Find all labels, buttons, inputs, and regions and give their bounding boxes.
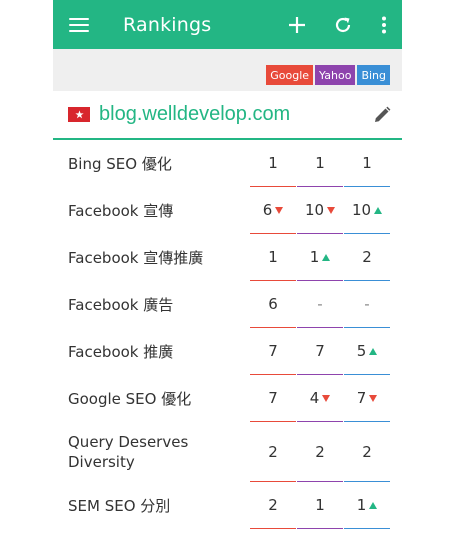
trend-up-icon bbox=[369, 347, 378, 355]
bing-rank-cell: 10 bbox=[344, 187, 390, 234]
bing-rank-cell: 2 bbox=[344, 422, 390, 482]
app-frame: Rankings Google Yahoo Bing blog.welldevelo… bbox=[53, 0, 402, 536]
yahoo-rank-value: 1 bbox=[315, 154, 325, 172]
google-rank-value: 7 bbox=[268, 342, 278, 360]
yahoo-rank-cell: 1 bbox=[297, 234, 343, 281]
search-engine-legend: Google Yahoo Bing bbox=[53, 49, 402, 91]
keyword-row[interactable]: Bing SEO 優化 1 1 1 bbox=[53, 140, 402, 187]
yahoo-rank-cell: 1 bbox=[297, 482, 343, 529]
yahoo-rank-value: 1 bbox=[315, 496, 325, 514]
google-rank-cell: 1 bbox=[250, 140, 296, 187]
yahoo-rank-value: 1 bbox=[309, 248, 320, 266]
trend-down-icon bbox=[369, 394, 378, 402]
trend-down-icon bbox=[275, 206, 284, 214]
keyword-label: Facebook 廣告 bbox=[68, 295, 174, 314]
keyword-row[interactable]: Facebook 推廣 7 7 5 bbox=[53, 328, 402, 375]
domain-link[interactable]: blog.welldevelop.com bbox=[99, 103, 362, 126]
bing-rank-value: 10 bbox=[351, 201, 372, 219]
google-rank-value: 6 bbox=[268, 295, 278, 313]
keyword-row[interactable]: Google SEO 優化 7 4 7 bbox=[53, 375, 402, 422]
yahoo-rank-value: - bbox=[317, 295, 323, 313]
google-rank-cell: 2 bbox=[250, 422, 296, 482]
yahoo-rank-cell: 4 bbox=[297, 375, 343, 422]
bing-rank-value: 5 bbox=[356, 342, 367, 360]
domain-header: blog.welldevelop.com bbox=[53, 91, 402, 140]
google-rank-cell: 6 bbox=[250, 281, 296, 328]
bing-rank-cell: 5 bbox=[344, 328, 390, 375]
google-rank-cell: 2 bbox=[250, 482, 296, 529]
keyword-label: Facebook 宣傳 bbox=[68, 201, 174, 220]
keyword-row[interactable]: Facebook 宣傳 6 10 10 bbox=[53, 187, 402, 234]
google-rank-cell: 7 bbox=[250, 328, 296, 375]
trend-down-icon bbox=[327, 206, 336, 214]
google-rank-value: 1 bbox=[268, 248, 278, 266]
keyword-row[interactable]: Query Deserves Diversity 2 2 2 bbox=[53, 422, 402, 482]
pencil-icon bbox=[375, 106, 391, 122]
yahoo-rank-value: 7 bbox=[315, 342, 325, 360]
yahoo-rank-cell: 1 bbox=[297, 140, 343, 187]
bing-rank-cell: - bbox=[344, 281, 390, 328]
yahoo-rank-value: 10 bbox=[304, 201, 325, 219]
refresh-icon bbox=[335, 17, 351, 32]
bing-rank-cell: 7 bbox=[344, 375, 390, 422]
trend-up-icon bbox=[322, 253, 331, 261]
hamburger-icon bbox=[69, 17, 89, 32]
bing-rank-cell: 1 bbox=[344, 140, 390, 187]
bing-rank-value: - bbox=[364, 295, 370, 313]
bing-rank-value: 2 bbox=[362, 442, 372, 461]
google-rank-value: 6 bbox=[262, 201, 273, 219]
trend-up-icon bbox=[369, 501, 378, 509]
keyword-label: Facebook 推廣 bbox=[68, 342, 174, 361]
plus-icon bbox=[289, 16, 305, 33]
rankings-list: Bing SEO 優化 1 1 1 Facebook 宣傳 6 10 10 Facebook 宣… bbox=[53, 140, 402, 529]
keyword-row[interactable]: Facebook 廣告 6 - - bbox=[53, 281, 402, 328]
add-button[interactable] bbox=[274, 0, 320, 49]
bing-rank-value: 7 bbox=[356, 389, 367, 407]
keyword-label: SEM SEO 分別 bbox=[68, 496, 171, 515]
bing-rank-cell: 2 bbox=[344, 234, 390, 281]
keyword-label: Query Deserves Diversity bbox=[68, 433, 189, 471]
bing-rank-value: 2 bbox=[362, 248, 372, 266]
google-rank-value: 1 bbox=[268, 154, 278, 172]
keyword-label: Google SEO 優化 bbox=[68, 389, 192, 408]
google-rank-value: 7 bbox=[268, 389, 278, 407]
bing-rank-value: 1 bbox=[362, 154, 372, 172]
bing-rank-value: 1 bbox=[356, 496, 367, 514]
yahoo-rank-value: 2 bbox=[315, 442, 325, 461]
menu-button[interactable] bbox=[53, 0, 105, 49]
engine-badge-yahoo: Yahoo bbox=[315, 65, 356, 85]
keyword-row[interactable]: Facebook 宣傳推廣 1 1 2 bbox=[53, 234, 402, 281]
trend-up-icon bbox=[374, 206, 383, 214]
engine-badge-bing: Bing bbox=[357, 65, 390, 85]
engine-badge-google: Google bbox=[266, 65, 314, 85]
google-rank-value: 2 bbox=[268, 442, 278, 461]
bing-rank-cell: 1 bbox=[344, 482, 390, 529]
page-title: Rankings bbox=[123, 13, 212, 36]
yahoo-rank-cell: - bbox=[297, 281, 343, 328]
trend-down-icon bbox=[322, 394, 331, 402]
google-rank-cell: 6 bbox=[250, 187, 296, 234]
keyword-label: Bing SEO 優化 bbox=[68, 154, 172, 173]
yahoo-rank-value: 4 bbox=[309, 389, 320, 407]
more-button[interactable] bbox=[366, 0, 402, 49]
edit-button[interactable] bbox=[362, 95, 402, 135]
refresh-button[interactable] bbox=[320, 0, 366, 49]
yahoo-rank-cell: 2 bbox=[297, 422, 343, 482]
google-rank-value: 2 bbox=[268, 496, 278, 514]
google-rank-cell: 7 bbox=[250, 375, 296, 422]
yahoo-rank-cell: 10 bbox=[297, 187, 343, 234]
yahoo-rank-cell: 7 bbox=[297, 328, 343, 375]
google-rank-cell: 1 bbox=[250, 234, 296, 281]
app-bar: Rankings bbox=[53, 0, 402, 49]
keyword-label: Facebook 宣傳推廣 bbox=[68, 248, 204, 267]
more-vert-icon bbox=[382, 16, 386, 33]
keyword-row[interactable]: SEM SEO 分別 2 1 1 bbox=[53, 482, 402, 529]
hong-kong-flag-icon bbox=[68, 107, 90, 122]
